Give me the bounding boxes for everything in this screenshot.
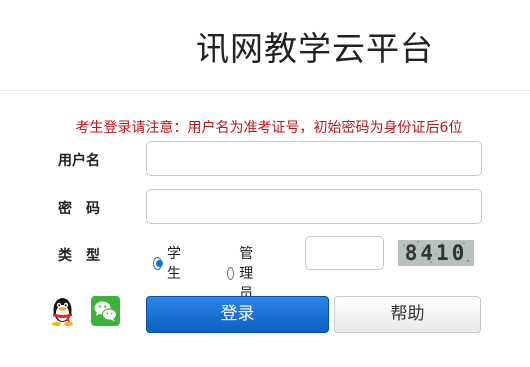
header-divider <box>0 90 530 91</box>
captcha-text: 8410 <box>404 241 468 265</box>
role-radio-student[interactable]: 学生 <box>153 243 185 283</box>
wechat-icon[interactable] <box>91 296 120 326</box>
role-radio-admin[interactable]: 管理员 <box>227 243 259 303</box>
radio-selected-indicator[interactable] <box>153 256 164 270</box>
captcha-input[interactable] <box>305 236 384 270</box>
page-title: 讯网教学云平台 <box>196 29 434 68</box>
password-label: 密 码 <box>58 201 100 217</box>
login-button[interactable]: 登录 <box>146 296 329 333</box>
type-label: 类 型 <box>58 248 100 264</box>
username-input[interactable] <box>146 141 482 176</box>
password-input[interactable] <box>146 189 482 224</box>
role-radio-student-label: 学生 <box>167 246 182 282</box>
radio-unselected-indicator[interactable] <box>227 266 235 280</box>
username-label: 用户名 <box>58 153 100 169</box>
captcha-image[interactable]: 8410 <box>398 240 474 266</box>
role-radio-admin-label: 管理员 <box>239 246 254 302</box>
login-notice: 考生登录请注意：用户名为准考证号，初始密码为身份证后6位 <box>75 120 463 136</box>
help-button[interactable]: 帮助 <box>334 296 481 333</box>
qq-penguin-icon[interactable] <box>48 296 77 326</box>
